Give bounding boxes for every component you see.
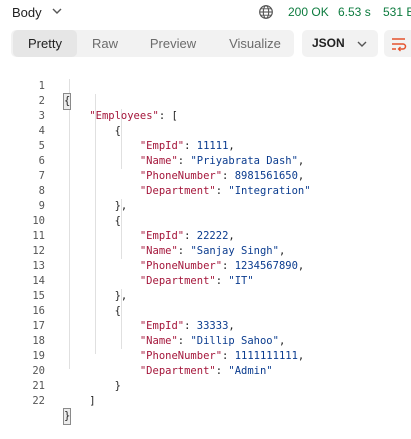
code-line: 3 {: [0, 94, 411, 137]
code-line: 17 "Name": "Dillip Sahoo",: [0, 304, 411, 347]
response-time[interactable]: 6.53 s: [338, 5, 371, 19]
chevron-down-icon: [357, 41, 367, 47]
response-header: Body 200 OK 6.53 s 531 B: [0, 0, 411, 26]
code-text: }: [62, 408, 72, 425]
status-code[interactable]: 200 OK: [288, 5, 329, 19]
response-size[interactable]: 531 B: [383, 5, 411, 19]
code-line: 7 "Department": "Integration": [0, 154, 411, 197]
code-line: 15 {: [0, 274, 411, 317]
code-line: 18 "PhoneNumber": 1111111111,: [0, 319, 411, 362]
code-line: 22 }: [0, 379, 411, 425]
format-select[interactable]: JSON: [302, 30, 378, 57]
code-line: 9 {: [0, 184, 411, 227]
body-label: Body: [12, 5, 42, 20]
code-text: ]: [64, 395, 96, 407]
code-line: 12 "PhoneNumber": 1234567890,: [0, 229, 411, 272]
chevron-down-icon[interactable]: [50, 4, 64, 18]
tab-preview[interactable]: Preview: [139, 30, 207, 57]
code-line: 20 }: [0, 349, 411, 392]
view-mode-tabs: Pretty Raw Preview Visualize: [11, 30, 294, 57]
wrap-lines-icon: [392, 38, 407, 52]
matched-bracket: }: [62, 408, 72, 425]
tab-raw[interactable]: Raw: [83, 30, 127, 57]
code-line: 13 "Department": "IT": [0, 244, 411, 287]
code-line: 21 ]: [0, 364, 411, 407]
code-line: 1 {: [0, 64, 411, 110]
code-line: 4 "EmpId": 11111,: [0, 109, 411, 152]
wrap-lines-button[interactable]: [384, 30, 411, 57]
code-line: 19 "Department": "Admin": [0, 334, 411, 377]
globe-icon[interactable]: [258, 4, 274, 20]
line-number: 22: [32, 395, 45, 407]
code-line: 16 "EmpId": 33333,: [0, 289, 411, 332]
code-line: 14 },: [0, 259, 411, 302]
code-line: 5 "Name": "Priyabrata Dash",: [0, 124, 411, 167]
tab-visualize[interactable]: Visualize: [217, 30, 293, 57]
tab-pretty[interactable]: Pretty: [13, 30, 77, 57]
code-line: 11 "Name": "Sanjay Singh",: [0, 214, 411, 257]
code-line: 2 "Employees": [: [0, 79, 411, 122]
code-line: 6 "PhoneNumber": 8981561650,: [0, 139, 411, 182]
code-line: 8 },: [0, 169, 411, 212]
code-line: 10 "EmpId": 22222,: [0, 199, 411, 242]
format-label: JSON: [312, 36, 345, 50]
